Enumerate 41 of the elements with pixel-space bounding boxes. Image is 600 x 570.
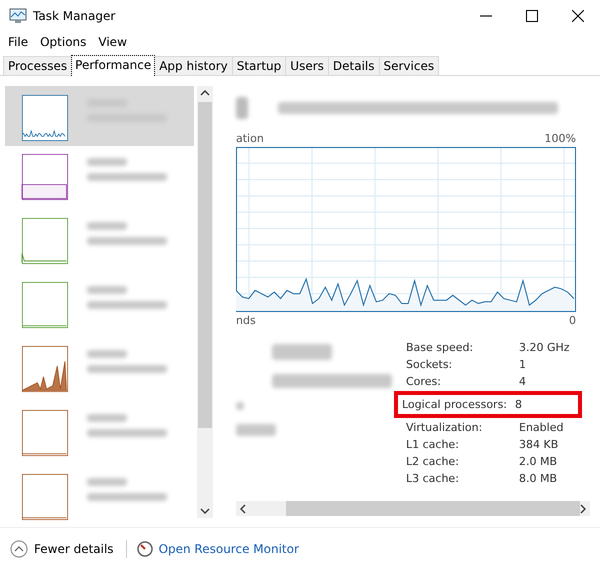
monitor-icon	[9, 8, 27, 24]
spec-label: Sockets:	[406, 358, 454, 371]
spec-value: 2.0 MB	[519, 455, 558, 468]
spec-value: 3.20 GHz	[519, 341, 570, 354]
fewer-details-link[interactable]: Fewer details	[34, 542, 114, 556]
tab[interactable]: Startup	[232, 56, 286, 75]
spec-label: Logical processors:	[402, 398, 508, 411]
tab[interactable]: Performance	[71, 55, 156, 76]
spec-label: Base speed:	[406, 341, 474, 354]
resource-monitor-link[interactable]: Open Resource Monitor	[158, 542, 299, 556]
sidebar-item[interactable]	[5, 86, 194, 146]
graph-label: 100%	[544, 132, 576, 145]
menu-item[interactable]: Options	[40, 35, 86, 49]
spec-value: 8.0 MB	[519, 472, 558, 485]
spec-label: Cores:	[406, 375, 442, 388]
tab[interactable]: Services	[378, 56, 440, 75]
spec-value: Enabled	[519, 421, 564, 434]
spec-value: 4	[519, 375, 526, 388]
close-icon[interactable]	[572, 10, 584, 22]
spec-label: L3 cache:	[406, 472, 460, 485]
window-title: Task Manager	[33, 8, 116, 22]
tab[interactable]: Processes	[3, 56, 72, 75]
menu-item[interactable]: File	[8, 35, 28, 49]
chevron-up-icon[interactable]	[10, 540, 28, 558]
spec-label: Virtualization:	[406, 421, 484, 434]
graph-label: nds	[236, 314, 256, 327]
tab[interactable]: Users	[285, 56, 329, 75]
maximize-icon[interactable]	[526, 10, 538, 22]
scrollbar[interactable]	[197, 86, 213, 518]
graph-label: ation	[236, 132, 264, 145]
spec-label: L1 cache:	[406, 438, 460, 451]
gauge-icon	[136, 541, 153, 557]
menu-item[interactable]: View	[98, 35, 127, 49]
spec-value: 384 KB	[519, 438, 558, 451]
tab[interactable]: App history	[154, 56, 233, 75]
scrollbar[interactable]	[236, 501, 590, 516]
spec-value: 1	[519, 358, 526, 371]
spec-label: L2 cache:	[406, 455, 460, 468]
spec-value: 8	[515, 398, 522, 411]
tab[interactable]: Details	[328, 56, 380, 75]
graph-label: 0	[569, 314, 576, 327]
